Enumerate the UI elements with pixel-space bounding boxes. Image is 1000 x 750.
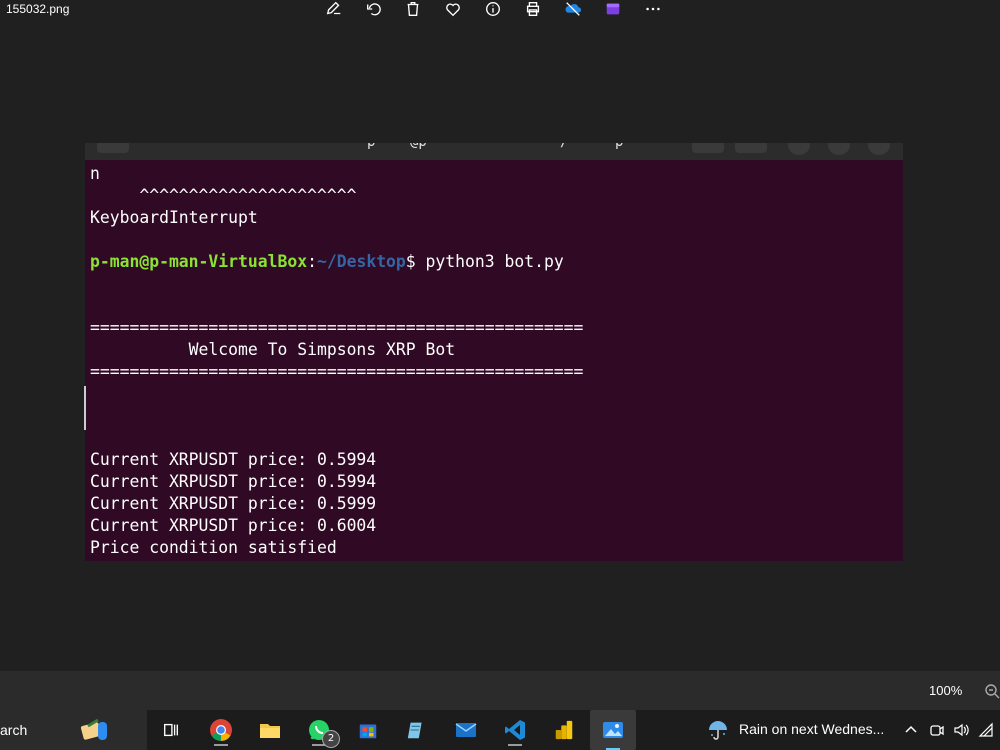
minimize-button <box>788 143 810 155</box>
terminal-line: Current XRPUSDT price: 0.6004 <box>90 516 377 535</box>
prompt-command: $ python3 bot.py <box>405 252 564 271</box>
edit-icon[interactable] <box>323 0 345 18</box>
terminal-prompt-line: p-man@p-man-VirtualBox:~/Desktop$ python… <box>90 251 583 273</box>
menu-button <box>735 143 767 153</box>
terminal-title-fragment: p <box>367 143 375 150</box>
task-view-icon[interactable] <box>155 714 187 746</box>
photos-icon[interactable] <box>590 710 636 750</box>
terminal-line: ========================================… <box>90 318 584 337</box>
delete-icon[interactable] <box>402 0 424 18</box>
running-indicator <box>214 744 228 746</box>
weather-text: Rain on next Wednes... <box>739 721 885 737</box>
prompt-sep: : <box>307 252 317 271</box>
file-explorer-icon[interactable] <box>254 714 286 746</box>
close-button <box>868 143 890 155</box>
terminal-line: ========================================… <box>90 362 584 381</box>
terminal-title-fragment: p <box>615 143 623 150</box>
zoom-level[interactable]: 100% <box>929 683 962 698</box>
power-bi-icon[interactable] <box>548 714 580 746</box>
cursor-marker <box>84 386 86 430</box>
meet-icon[interactable] <box>929 722 945 738</box>
volume-icon[interactable] <box>953 722 969 738</box>
file-name: 155032.png <box>6 2 70 16</box>
running-indicator <box>508 744 522 746</box>
more-icon[interactable] <box>642 0 664 18</box>
wifi-icon[interactable] <box>978 722 994 738</box>
terminal-output: n ^^^^^^^^^^^^^^^^^^^^^^ KeyboardInterrup… <box>90 163 583 561</box>
terminal-line: Current XRPUSDT price: 0.5999 <box>90 494 377 513</box>
mail-icon[interactable] <box>450 714 482 746</box>
prompt-path: ~/Desktop <box>316 252 406 271</box>
chrome-icon[interactable] <box>205 714 237 746</box>
terminal-screenshot: p @p / p n ^^^^^^^^^^^^^^^^^^^^^^ Keyboar… <box>85 143 903 561</box>
microsoft-store-icon[interactable] <box>352 714 384 746</box>
vscode-icon[interactable] <box>499 714 531 746</box>
terminal-line: n <box>90 164 100 183</box>
terminal-line: Current XRPUSDT price: 0.5994 <box>90 450 377 469</box>
terminal-line: Current XRPUSDT price: 0.5994 <box>90 472 377 491</box>
terminal-line: Welcome To Simpsons XRP Bot <box>90 340 456 359</box>
print-icon[interactable] <box>522 0 544 18</box>
favorite-icon[interactable] <box>442 0 464 18</box>
prompt-user: p-man@p-man-VirtualBox <box>90 252 308 271</box>
viewer-toolbar: 155032.png <box>0 0 1000 22</box>
terminal-line: Price condition satisfied <box>90 538 337 557</box>
zoom-icon[interactable] <box>984 683 1000 699</box>
onedrive-off-icon[interactable] <box>562 0 584 18</box>
terminal-line: KeyboardInterrupt <box>90 208 258 227</box>
taskbar: arch Rain on next Wednes... <box>0 710 1000 750</box>
terminal-line: Placing sell order at: 0.6004 <box>90 559 583 561</box>
notification-badge: 2 <box>322 730 340 748</box>
search-highlight-icon <box>78 714 110 746</box>
taskbar-search[interactable]: arch <box>0 710 147 750</box>
zoom-bar: 100% <box>0 671 1000 710</box>
notepad-icon[interactable] <box>401 714 433 746</box>
search-text: arch <box>0 722 28 738</box>
terminal-titlebar: p @p / p <box>85 143 903 160</box>
new-tab-button <box>97 143 129 153</box>
terminal-title-fragment: / <box>560 143 568 150</box>
terminal-title-fragment: @p <box>410 143 427 150</box>
rotate-icon[interactable] <box>363 0 385 18</box>
maximize-button <box>828 143 850 155</box>
chevron-up-icon[interactable] <box>903 722 919 738</box>
clipchamp-icon[interactable] <box>602 0 624 18</box>
rain-umbrella-icon <box>706 718 730 745</box>
terminal-line: ^^^^^^^^^^^^^^^^^^^^^^ <box>90 186 357 205</box>
search-button <box>692 143 724 153</box>
info-icon[interactable] <box>482 0 504 18</box>
